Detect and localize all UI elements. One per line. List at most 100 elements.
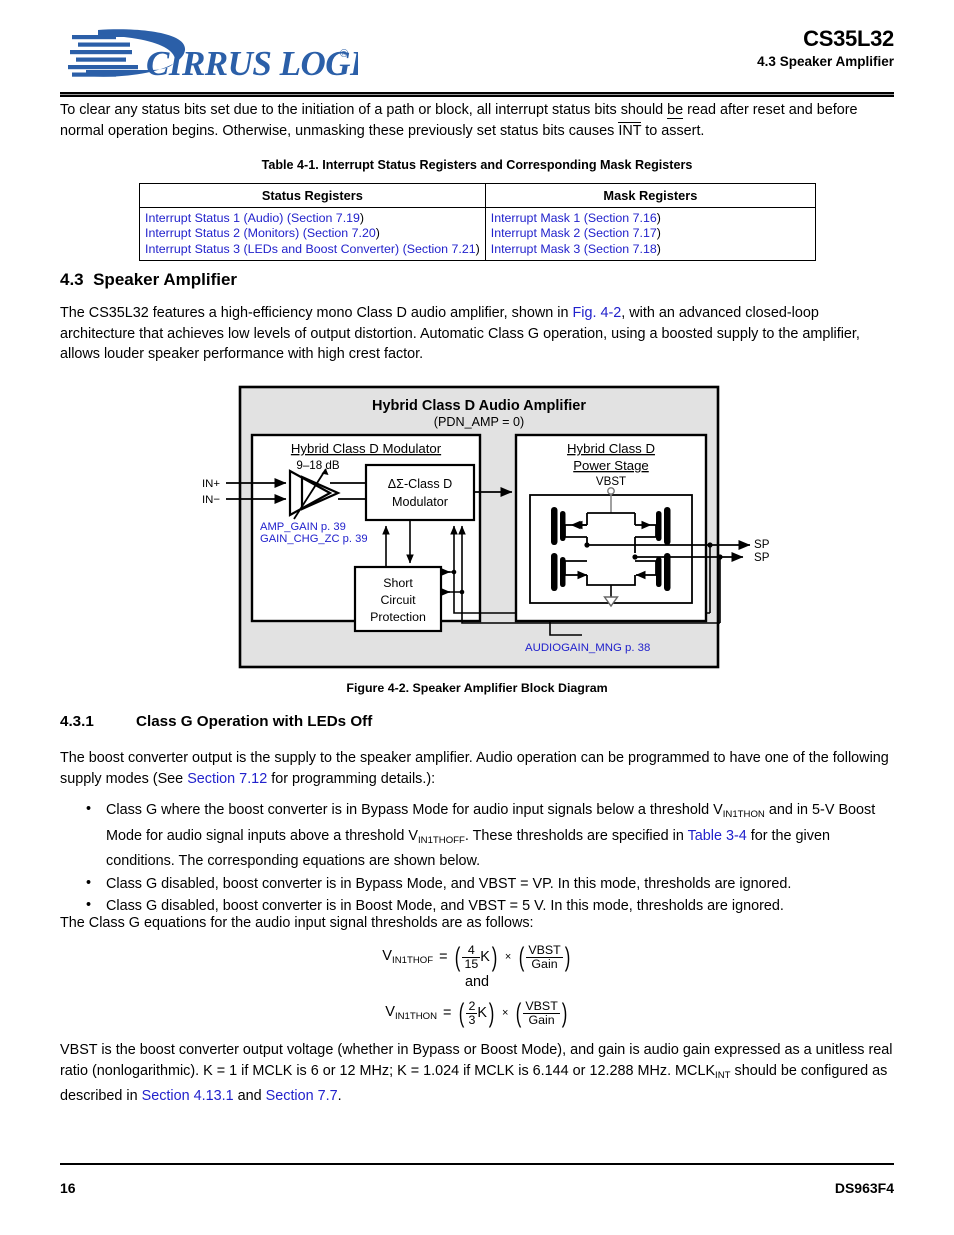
status-section-link-1[interactable]: Section 7.19 (291, 211, 360, 225)
mask-register-name-2[interactable]: Interrupt Mask 2 (491, 226, 584, 240)
header-section-title: 4.3 Speaker Amplifier (757, 54, 894, 69)
scp-label-line2: Circuit (380, 593, 416, 607)
denominator: 3 (468, 1012, 476, 1027)
equation-lhs: VIN1THOF (382, 948, 433, 966)
list-item: Interrupt Mask 1 (Section 7.16) (491, 211, 810, 226)
figure-caption: Figure 4-2. Speaker Amplifier Block Diag… (346, 681, 608, 695)
k-constant: K (477, 1005, 487, 1021)
paren-close-icon: ) (491, 941, 498, 972)
paren-close: ) (375, 226, 380, 241)
bullet-text-a: Class G disabled, boost converter is in … (106, 898, 784, 914)
mask-register-name-1[interactable]: Interrupt Mask 1 (491, 211, 584, 225)
closing-text-c: . (337, 1088, 342, 1104)
section-4-13-1-link[interactable]: Section 4.13.1 (142, 1088, 234, 1104)
first-factor-group: ( 2 3 K ) (457, 997, 496, 1028)
input-minus-label: IN− (202, 494, 220, 506)
section-7-12-link[interactable]: Section 7.12 (187, 771, 267, 787)
vbst-supply-node (607, 487, 615, 495)
denominator: 15 (464, 956, 479, 971)
junction-dot (584, 542, 590, 548)
subscript-in1thon: IN1THON (394, 1011, 438, 1022)
bullet-marker: • (86, 874, 92, 891)
intro-text-c: to assert. (641, 122, 705, 139)
second-factor-group: ( VBST Gain ) (514, 997, 568, 1028)
section-4-3-1-paragraph: The boost converter output is the supply… (60, 748, 894, 789)
status-register-name-1[interactable]: Interrupt Status 1 (Audio) (145, 211, 287, 225)
scp-label-line1: Short (383, 576, 413, 590)
mask-section-link-2[interactable]: Section 7.17 (588, 226, 657, 240)
list-item: Interrupt Mask 3 (Section 7.18) (491, 242, 810, 257)
paren-close: ) (656, 226, 661, 241)
page-number: 16 (60, 1180, 76, 1196)
fraction-4-15: 4 15 (462, 943, 481, 971)
registered-trademark-icon: ® (340, 48, 348, 60)
paren-open-icon: ( (459, 997, 465, 1028)
mask-section-link-1[interactable]: Section 7.16 (588, 211, 657, 225)
k-constant: K (480, 949, 490, 965)
equations-intro-paragraph: The Class G equations for the audio inpu… (60, 915, 534, 931)
status-register-name-2[interactable]: Interrupt Status 2 (Monitors) (145, 226, 303, 240)
equation-lhs: VIN1THON (385, 1004, 437, 1022)
para-text-b: for programming details.): (267, 770, 436, 787)
junction-dot (632, 554, 638, 560)
status-section-link-3[interactable]: Section 7.21 (407, 242, 476, 256)
list-item: Interrupt Status 1 (Audio) (Section 7.19… (145, 211, 480, 226)
paren-close-icon: ) (561, 997, 568, 1028)
cirrus-logic-logo: CIRRUS LOGIC ® (68, 26, 358, 88)
table-caption: Table 4-1. Interrupt Status Registers an… (261, 158, 693, 172)
vbst-label: VBST (596, 475, 626, 488)
figure-4-2-link[interactable]: Fig. 4-2 (572, 305, 621, 321)
table-3-4-link[interactable]: Table 3-4 (688, 828, 747, 844)
section-4-3-paragraph: The CS35L32 features a high-efficiency m… (60, 303, 894, 365)
modulator-block-title: Hybrid Class D Modulator (291, 441, 442, 456)
multiply-sign: × (501, 1007, 509, 1019)
denominator: Gain (528, 1012, 555, 1027)
status-section-link-2[interactable]: Section 7.20 (307, 226, 376, 240)
equation-vin1thof: VIN1THOF = ( 4 15 K ) × ( VBST Gain ) (60, 940, 894, 974)
numerator: VBST (523, 998, 560, 1014)
list-item: Interrupt Mask 2 (Section 7.17) (491, 226, 810, 241)
denominator: Gain (531, 956, 558, 971)
para-text-a: The CS35L32 features a high-efficiency m… (60, 305, 573, 321)
header-divider (60, 92, 894, 97)
second-factor-group: ( VBST Gain ) (517, 941, 571, 972)
spkout-plus-label: SPKOUT+ (754, 538, 770, 551)
paren-close: ) (359, 211, 365, 225)
para-text-a: The boost converter output is the supply… (60, 750, 889, 787)
int-signal-label: INT (618, 121, 642, 139)
interrupt-registers-table: Status Registers Mask Registers Interrup… (139, 183, 817, 262)
mask-register-name-3[interactable]: Interrupt Mask 3 (491, 242, 584, 256)
column-header-mask: Mask Registers (484, 183, 817, 208)
equals-sign: = (439, 949, 448, 965)
delta-sigma-label-line2: Modulator (392, 495, 448, 509)
equals-sign: = (443, 1005, 452, 1021)
power-stage-title-line2: Power Stage (573, 458, 649, 473)
paren-close: ) (475, 241, 480, 256)
delta-sigma-modulator-box (364, 463, 476, 522)
bullet-text-a: Class G where the boost converter is in … (106, 802, 723, 818)
figure-outer-title: Hybrid Class D Audio Amplifier (372, 398, 586, 414)
status-registers-cell: Interrupt Status 1 (Audio) (Section 7.19… (139, 206, 486, 262)
list-item: Interrupt Status 3 (LEDs and Boost Conve… (145, 242, 480, 257)
section-7-7-link[interactable]: Section 7.7 (266, 1088, 338, 1104)
paren-close: ) (656, 241, 661, 256)
figure-outer-subtitle: (PDN_AMP = 0) (434, 415, 524, 429)
document-number: DS963F4 (834, 1180, 894, 1196)
numerator: VBST (526, 942, 563, 958)
list-item: • Class G where the boost converter is i… (78, 800, 894, 872)
v-symbol: V (382, 948, 393, 964)
delta-sigma-label-line1: ΔΣ-Class D (388, 477, 452, 491)
paren-open-icon: ( (519, 941, 525, 972)
logo-wordmark: CIRRUS LOGIC (146, 44, 358, 83)
intro-paragraph: To clear any status bits set due to the … (60, 100, 894, 141)
mask-section-link-3[interactable]: Section 7.18 (588, 242, 657, 256)
closing-text-mid: and (233, 1088, 266, 1104)
fraction-vbst-gain: VBST Gain (526, 942, 563, 971)
page-header: CIRRUS LOGIC ® CS35L32 4.3 Speaker Ampli… (60, 22, 894, 94)
status-register-name-3[interactable]: Interrupt Status 3 (LEDs and Boost Conve… (145, 242, 403, 256)
footer-divider (60, 1163, 894, 1165)
section-title: Speaker Amplifier (93, 270, 238, 289)
list-item: • Class G disabled, boost converter is i… (78, 874, 894, 895)
spkout-minus-label: SPKOUT− (754, 551, 770, 564)
supply-modes-list: • Class G where the boost converter is i… (78, 800, 894, 919)
